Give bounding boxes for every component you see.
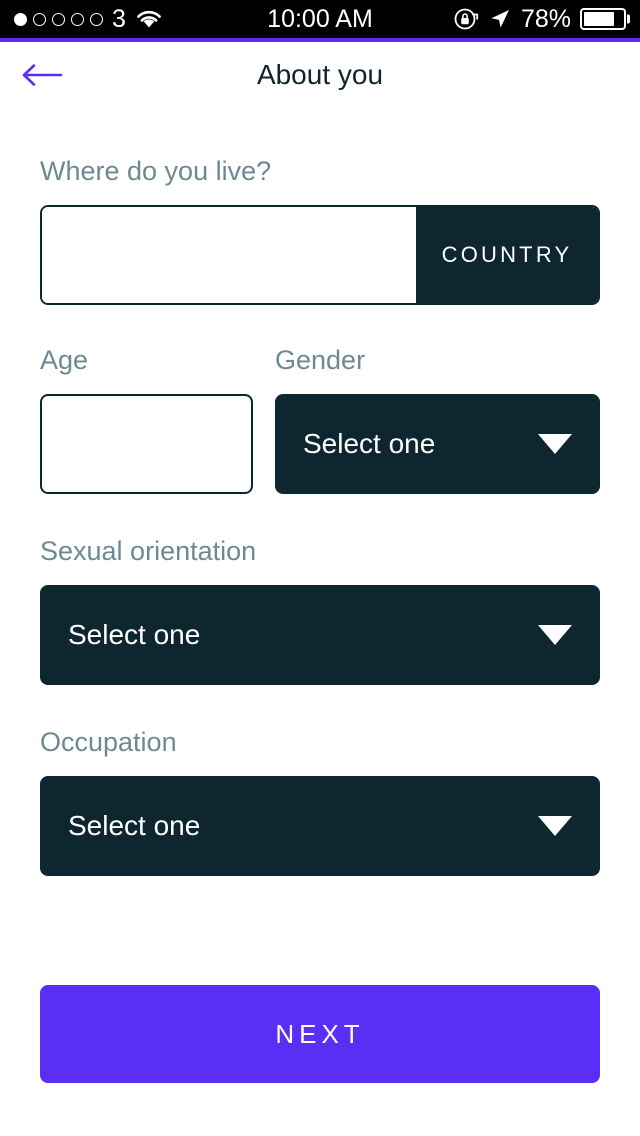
page-title: About you	[256, 59, 384, 90]
wifi-icon	[137, 10, 161, 28]
rotation-lock-icon	[454, 8, 479, 30]
country-picker-button[interactable]: COUNTRY	[416, 207, 598, 303]
sexual-orientation-field-group: Sexual orientation Select one	[40, 538, 600, 685]
location-arrow-icon	[491, 10, 509, 28]
chevron-down-icon	[538, 816, 572, 836]
age-label: Age	[40, 345, 89, 375]
occupation-field-group: Occupation Select one	[40, 729, 600, 876]
arrow-left-icon	[22, 64, 63, 86]
back-button[interactable]	[14, 53, 70, 97]
status-bar-left: 3	[14, 5, 163, 34]
form-content: Where do you live? COUNTRY Age Gender Se…	[0, 158, 640, 876]
age-input[interactable]	[40, 394, 253, 494]
status-bar: 3 10:00 AM 78%	[0, 0, 640, 38]
country-input[interactable]	[42, 207, 416, 303]
age-gender-label-row: Age Gender	[40, 347, 600, 374]
phone-screen: 3 10:00 AM 78% About you Where do you li…	[0, 0, 640, 1136]
battery-fill	[584, 12, 614, 26]
chevron-down-icon	[538, 434, 572, 454]
chevron-down-icon	[538, 625, 572, 645]
gender-select[interactable]: Select one	[275, 394, 600, 494]
gender-select-value: Select one	[303, 428, 436, 459]
next-button[interactable]: NEXT	[40, 985, 600, 1083]
occupation-select[interactable]: Select one	[40, 776, 600, 876]
signal-dot-2	[33, 12, 46, 26]
sexual-orientation-label: Sexual orientation	[40, 536, 257, 566]
status-bar-right: 78%	[453, 5, 626, 34]
country-label: Where do you live?	[40, 156, 272, 186]
battery-icon	[580, 8, 626, 30]
signal-dot-5	[90, 12, 103, 26]
signal-dot-1	[14, 12, 27, 26]
signal-dot-4	[71, 12, 84, 26]
navigation-bar: About you	[0, 42, 640, 108]
country-field-group: Where do you live? COUNTRY	[40, 158, 600, 305]
signal-dot-3	[52, 12, 65, 26]
sexual-orientation-select[interactable]: Select one	[40, 585, 600, 685]
battery-percentage-label: 78%	[520, 4, 571, 33]
carrier-label: 3	[112, 4, 126, 33]
sexual-orientation-select-value: Select one	[68, 619, 201, 650]
country-field-row: COUNTRY	[40, 205, 600, 305]
occupation-label: Occupation	[40, 727, 177, 757]
gender-label: Gender	[275, 345, 366, 375]
age-gender-field-row: Select one	[40, 394, 600, 494]
signal-strength-dots	[14, 12, 103, 26]
occupation-select-value: Select one	[68, 810, 201, 841]
